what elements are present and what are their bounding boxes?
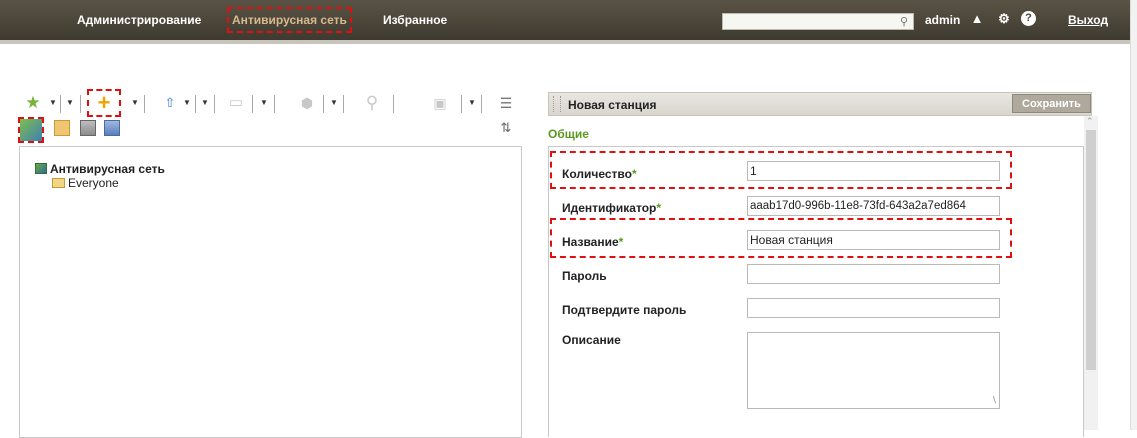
toolbar-separator xyxy=(60,95,61,113)
password-input[interactable] xyxy=(747,264,1000,284)
resize-grip-icon[interactable]: ∖ xyxy=(991,395,997,406)
chevron-down-icon[interactable]: ▼ xyxy=(260,98,268,107)
monitor-icon[interactable]: ▣ xyxy=(430,93,450,113)
description-label: Описание xyxy=(562,333,621,347)
description-textarea[interactable]: ∖ xyxy=(747,332,1000,409)
network-icon xyxy=(35,163,47,174)
toolbar-separator xyxy=(80,95,81,113)
tree-root-label: Антивирусная сеть xyxy=(50,162,165,176)
sort-icon[interactable]: ⇅ xyxy=(496,118,516,138)
identifier-label: Идентификатор* xyxy=(562,201,662,215)
nav-administration[interactable]: Администрирование xyxy=(77,0,201,40)
identifier-input[interactable]: aaab17d0-996b-11e8-73fd-643a2a7ed864 xyxy=(747,196,1000,216)
add-dropdown-icon[interactable]: ▼ xyxy=(131,98,139,107)
highlight-count xyxy=(550,151,1012,189)
highlight-name xyxy=(550,218,1012,258)
nav-favorites[interactable]: Избранное xyxy=(383,0,447,40)
confirm-password-input[interactable] xyxy=(747,298,1000,318)
confirm-password-label: Подтвердите пароль xyxy=(562,303,687,317)
toolbar-separator xyxy=(214,95,215,113)
help-icon[interactable]: ? xyxy=(1021,11,1036,26)
search-icon[interactable]: ⚲ xyxy=(900,15,908,28)
bell-icon[interactable]: ▲ xyxy=(969,11,985,27)
logout-link[interactable]: Выход xyxy=(1068,0,1108,40)
panel-title: Новая станция xyxy=(568,98,657,112)
add-plus-icon[interactable]: + xyxy=(87,89,121,117)
toolbar-separator xyxy=(144,95,145,113)
add-group-icon[interactable] xyxy=(54,120,70,136)
toolbar-separator xyxy=(343,95,344,113)
toolbar-separator xyxy=(481,95,482,113)
scrollbar-thumb[interactable] xyxy=(1086,130,1096,370)
panel-header: Новая станция xyxy=(548,92,1092,116)
scan-magnifier-icon[interactable]: ⚲ xyxy=(362,93,382,113)
folder-icon xyxy=(52,178,65,188)
folder-icon[interactable]: ▭ xyxy=(226,93,246,113)
install-arrows-icon[interactable]: ⇧ xyxy=(160,93,180,113)
password-label: Пароль xyxy=(562,269,607,283)
navbar-shadow xyxy=(0,40,1130,44)
tree-root-item[interactable]: Антивирусная сеть xyxy=(35,162,165,176)
tree-view-icon[interactable]: ☰ xyxy=(496,93,516,113)
add-station-icon[interactable] xyxy=(18,117,44,143)
component-icon[interactable]: ⬢ xyxy=(297,93,317,113)
user-name[interactable]: admin xyxy=(925,0,960,40)
section-title: Общие xyxy=(548,127,589,141)
chevron-down-icon[interactable]: ▼ xyxy=(330,98,338,107)
search-input[interactable]: ⚲ xyxy=(722,13,914,30)
chevron-down-icon[interactable]: ▼ xyxy=(468,98,476,107)
nav-antivirus-network[interactable]: Антивирусная сеть xyxy=(227,7,352,33)
toolbar-separator xyxy=(461,95,462,113)
settings-icon[interactable]: ⚙ xyxy=(996,11,1012,27)
toolbar-separator xyxy=(393,95,394,113)
install-dropdown-icon[interactable]: ▼ xyxy=(183,98,191,107)
favorites-dropdown-icon[interactable]: ▼ xyxy=(49,98,57,107)
chevron-down-icon[interactable]: ▼ xyxy=(66,98,74,107)
add-server-icon[interactable] xyxy=(80,120,96,136)
favorite-star-icon[interactable]: ★ xyxy=(23,93,43,113)
save-button[interactable]: Сохранить xyxy=(1012,94,1091,113)
toolbar-separator xyxy=(323,95,324,113)
toolbar-separator xyxy=(195,95,196,113)
drag-handle[interactable] xyxy=(553,96,561,112)
window-edge xyxy=(1130,0,1137,430)
add-policy-icon[interactable] xyxy=(104,120,120,136)
tree-group-label: Everyone xyxy=(68,176,119,190)
scroll-up-icon[interactable]: ⌃ xyxy=(1086,116,1094,127)
chevron-down-icon[interactable]: ▼ xyxy=(201,98,209,107)
tree-group-item[interactable]: Everyone xyxy=(52,176,119,190)
toolbar-separator xyxy=(274,95,275,113)
toolbar-separator xyxy=(252,95,253,113)
